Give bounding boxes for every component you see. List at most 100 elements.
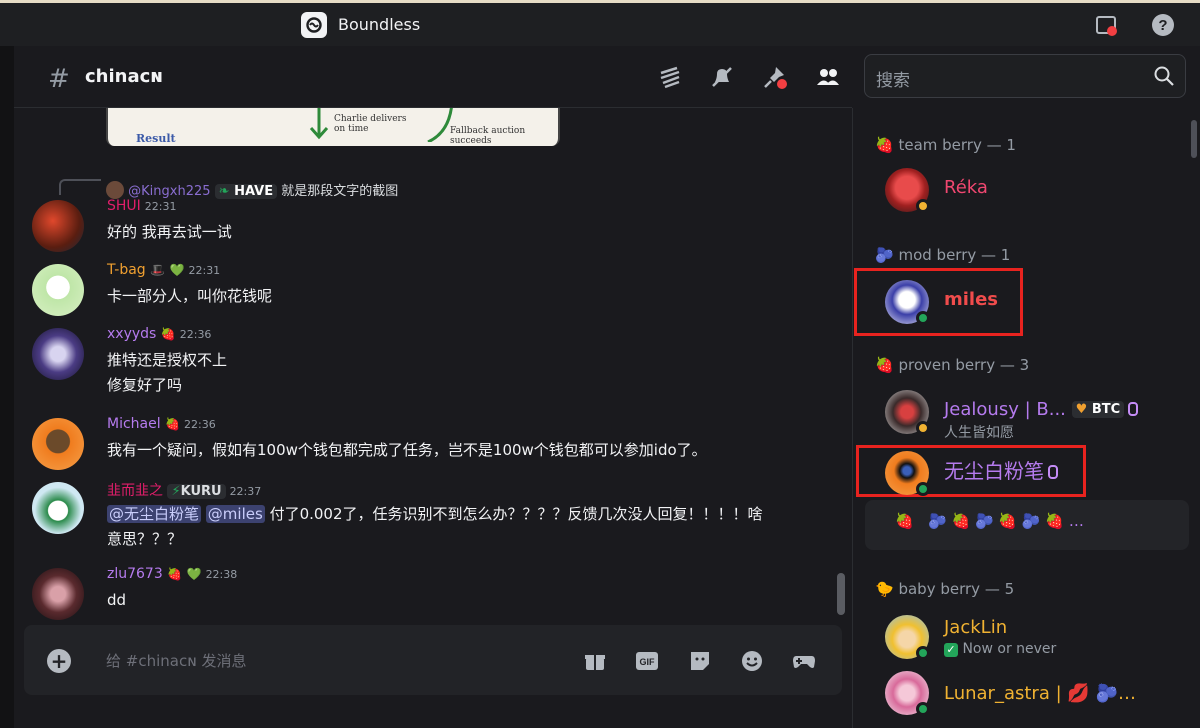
- member-avatars-overflow: 🍓 🫐 🍓 🫐 🍓 🫐 🍓 …: [895, 512, 1084, 530]
- lightning-icon: ⚡: [171, 484, 181, 499]
- message-author[interactable]: xxyyds: [107, 326, 156, 342]
- member-name: Réka: [944, 177, 988, 198]
- pinned-messages-icon[interactable]: [762, 64, 788, 90]
- attachment-image[interactable]: Result Charlie delivers on time Fallback…: [106, 108, 560, 146]
- raspberry-icon: 🍓: [160, 327, 176, 341]
- member-name: Jealousy | B... ♥ BTC: [944, 399, 1139, 420]
- chat-scrollbar[interactable]: [837, 573, 845, 615]
- message-header: SHUI 22:31: [107, 198, 177, 214]
- idle-status-icon: [916, 421, 930, 435]
- message-line: 付了0.002了，任务识别不到怎么办？？？？反馈几次没人回复！！！！啥: [269, 505, 763, 523]
- preview-text: on time: [334, 124, 369, 134]
- inbox-icon[interactable]: [1093, 12, 1119, 38]
- member-name: 无尘白粉笔: [944, 455, 1058, 484]
- channel-hash-icon: #: [48, 64, 70, 94]
- channel-name: chinacɴ: [85, 66, 164, 87]
- strawberry-icon: 🍓: [875, 356, 894, 374]
- mention[interactable]: @miles: [205, 505, 265, 523]
- emoji-icon[interactable]: [740, 649, 764, 673]
- member-list-icon[interactable]: [815, 64, 841, 90]
- member-group-header: 🫐 mod berry — 1: [875, 246, 1010, 264]
- member-item[interactable]: 无尘白粉笔: [885, 451, 1175, 499]
- member-item[interactable]: miles: [885, 280, 1175, 328]
- preview-text: Charlie delivers: [334, 114, 407, 124]
- message-text: @无尘白粉笔 @miles 付了0.002了，任务识别不到怎么办？？？？反馈几次…: [107, 502, 763, 552]
- member-group-header: 🍓 proven berry — 3: [875, 356, 1029, 374]
- app-title: Boundless: [338, 15, 421, 34]
- add-attachment-button[interactable]: +: [47, 649, 71, 673]
- strawberry-icon: 🍓: [951, 512, 971, 530]
- reply-preview[interactable]: @Kingxh225 ❧ HAVE 就是那段文字的截图: [106, 180, 398, 199]
- svg-text:GIF: GIF: [640, 657, 656, 667]
- btc-label: BTC: [1091, 402, 1121, 417]
- channel-header: # chinacɴ: [14, 46, 852, 108]
- check-icon: ✓: [944, 643, 958, 657]
- member-name: JackLin: [944, 617, 1008, 638]
- help-icon[interactable]: ?: [1150, 12, 1176, 38]
- member-list-scrollbar[interactable]: [1191, 120, 1197, 158]
- message-text: 推特还是授权不上 修复好了吗: [107, 348, 227, 398]
- member-item[interactable]: Lunar_astra | 💋 🫐…: [885, 671, 1175, 719]
- avatar[interactable]: [32, 418, 84, 470]
- online-status-icon: [916, 646, 930, 660]
- message-header: Michael 🍓 22:36: [107, 416, 216, 432]
- message-time: 22:36: [179, 328, 212, 341]
- reply-author: @Kingxh225: [128, 184, 211, 199]
- message-author[interactable]: Michael: [107, 416, 161, 432]
- preview-text: Fallback auction: [450, 126, 526, 136]
- notification-muted-icon[interactable]: [709, 64, 735, 90]
- gif-icon[interactable]: GIF: [635, 649, 659, 673]
- group-label: mod berry — 1: [898, 246, 1011, 264]
- member-group-header: 🐤 baby berry — 5: [875, 580, 1014, 598]
- gift-icon[interactable]: [583, 649, 607, 673]
- member-name-text: Lunar_astra |: [944, 683, 1062, 704]
- message-composer[interactable]: + 给 #chinacɴ 发消息 GIF: [24, 625, 842, 695]
- reply-avatar: [106, 181, 124, 199]
- message-text: 我有一个疑问，假如有100w个钱包都完成了任务，岂不是100w个钱包都可以参加i…: [107, 441, 707, 459]
- idle-status-icon: [916, 199, 930, 213]
- strawberry-icon: 🍓: [895, 512, 914, 530]
- message-text: dd: [107, 591, 127, 609]
- green-heart-icon: 💚: [169, 263, 185, 277]
- preview-arrow-icon: [427, 108, 453, 142]
- message-line: 修复好了吗: [107, 376, 183, 394]
- nitro-gem-icon: [1128, 402, 1139, 416]
- message-author[interactable]: T-bag: [107, 262, 146, 278]
- lips-icon: 💋: [1067, 683, 1090, 704]
- group-label: proven berry — 3: [898, 356, 1030, 374]
- member-item[interactable]: JackLin ✓ Now or never: [885, 615, 1175, 663]
- mention[interactable]: @无尘白粉笔: [107, 505, 202, 523]
- member-status-text: 人生皆如愿: [944, 425, 1014, 441]
- sticker-icon[interactable]: [688, 649, 712, 673]
- threads-icon[interactable]: [657, 64, 683, 90]
- message-header: T-bag 🎩 💚 22:31: [107, 262, 220, 278]
- member-item[interactable]: Réka: [885, 168, 1175, 216]
- member-item[interactable]: Jealousy | B... ♥ BTC 人生皆如愿: [885, 390, 1175, 441]
- server-rail: [0, 46, 14, 728]
- member-list[interactable]: 🍓 team berry — 1 Réka 🫐 mod berry — 1 mi…: [852, 108, 1200, 728]
- message-author[interactable]: zlu7673: [107, 566, 163, 582]
- avatar[interactable]: [32, 200, 84, 252]
- member-group-header: 🍓 team berry — 1: [875, 136, 1016, 154]
- online-status-icon: [916, 482, 930, 496]
- message-time: 22:36: [184, 418, 216, 431]
- search-input[interactable]: 搜索: [864, 54, 1186, 98]
- message-header: zlu7673 🍓 💚 22:38: [107, 566, 237, 582]
- reply-text: 就是那段文字的截图: [281, 184, 399, 199]
- strawberry-icon: 🍓: [875, 136, 894, 154]
- message-author[interactable]: SHUI: [107, 198, 141, 214]
- avatar[interactable]: [32, 568, 84, 620]
- message-time: 22:31: [188, 264, 221, 277]
- activities-icon[interactable]: [792, 649, 816, 673]
- message-text: 好的 我再去试一试: [107, 223, 232, 241]
- leaf-icon: ❧: [218, 184, 230, 199]
- message-author[interactable]: 韭而韭之: [107, 483, 163, 499]
- member-name: miles: [944, 289, 999, 310]
- collapsed-members-row[interactable]: 🍓 🫐 🍓 🫐 🍓 🫐 🍓 …: [865, 500, 1189, 550]
- avatar[interactable]: [32, 328, 84, 380]
- online-status-icon: [916, 702, 930, 716]
- avatar[interactable]: [32, 482, 84, 534]
- blueberry-icon: 🫐: [928, 512, 947, 530]
- message-header: xxyyds 🍓 22:36: [107, 326, 211, 342]
- avatar[interactable]: [32, 264, 84, 316]
